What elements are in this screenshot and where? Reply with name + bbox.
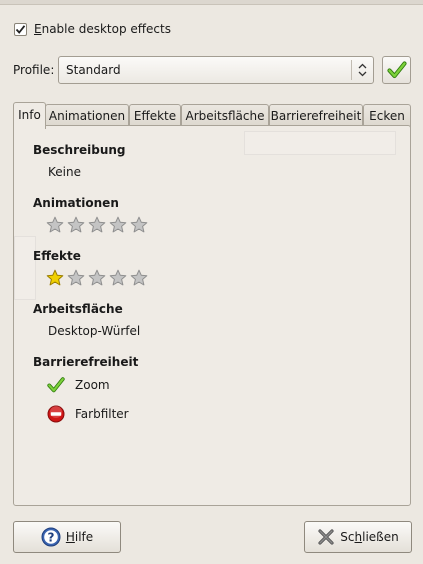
enable-effects-toggle[interactable]: Enable desktop effects bbox=[14, 20, 171, 38]
close-icon bbox=[317, 528, 335, 546]
close-label: Schließen bbox=[340, 530, 399, 544]
effects-heading: Effekte bbox=[33, 249, 81, 263]
tab-bar: Info Animationen Effekte Arbeitsfläche B… bbox=[13, 102, 411, 129]
tab-info[interactable]: Info bbox=[13, 102, 46, 129]
star-empty-icon bbox=[130, 269, 148, 286]
checkmark-icon bbox=[386, 61, 407, 79]
star-empty-icon bbox=[130, 216, 148, 233]
star-empty-icon bbox=[109, 216, 127, 233]
workspace-heading: Arbeitsfläche bbox=[33, 302, 123, 316]
help-icon: ? bbox=[41, 527, 61, 547]
animations-heading: Animationen bbox=[33, 196, 119, 210]
svg-text:?: ? bbox=[47, 530, 54, 544]
feature-zoom-label: Zoom bbox=[75, 378, 110, 392]
help-label: Hilfe bbox=[65, 530, 94, 544]
up-down-arrows-icon bbox=[352, 63, 373, 77]
profile-combobox[interactable]: Standard bbox=[58, 56, 374, 84]
background-artifact bbox=[14, 236, 36, 300]
star-empty-icon bbox=[46, 216, 64, 233]
description-value: Keine bbox=[48, 165, 81, 179]
accessibility-heading: Barrierefreiheit bbox=[33, 355, 139, 369]
profile-label: Profile: bbox=[13, 63, 55, 77]
enable-effects-checkbox[interactable] bbox=[14, 22, 27, 36]
background-artifact bbox=[244, 131, 396, 155]
help-button[interactable]: ? Hilfe bbox=[13, 521, 121, 553]
close-button[interactable]: Schließen bbox=[304, 521, 412, 553]
apply-profile-button[interactable] bbox=[382, 56, 411, 84]
feature-zoom: Zoom bbox=[46, 375, 110, 395]
effects-rating bbox=[46, 269, 148, 287]
profile-selected-value: Standard bbox=[66, 63, 121, 77]
window-top-edge bbox=[0, 0, 423, 5]
star-empty-icon bbox=[88, 216, 106, 233]
checkmark-icon bbox=[46, 375, 66, 395]
feature-farbfilter-label: Farbfilter bbox=[75, 407, 129, 421]
star-filled-icon bbox=[46, 269, 64, 286]
enable-effects-label: Enable desktop effects bbox=[34, 22, 171, 36]
star-empty-icon bbox=[88, 269, 106, 286]
description-heading: Beschreibung bbox=[33, 143, 126, 157]
star-empty-icon bbox=[67, 216, 85, 233]
animations-rating bbox=[46, 216, 148, 234]
no-entry-icon bbox=[46, 404, 66, 424]
feature-farbfilter: Farbfilter bbox=[46, 404, 129, 424]
info-panel: Beschreibung Keine Animationen Effekte A… bbox=[13, 125, 411, 506]
workspace-value: Desktop-Würfel bbox=[48, 324, 141, 338]
star-empty-icon bbox=[109, 269, 127, 286]
star-empty-icon bbox=[67, 269, 85, 286]
